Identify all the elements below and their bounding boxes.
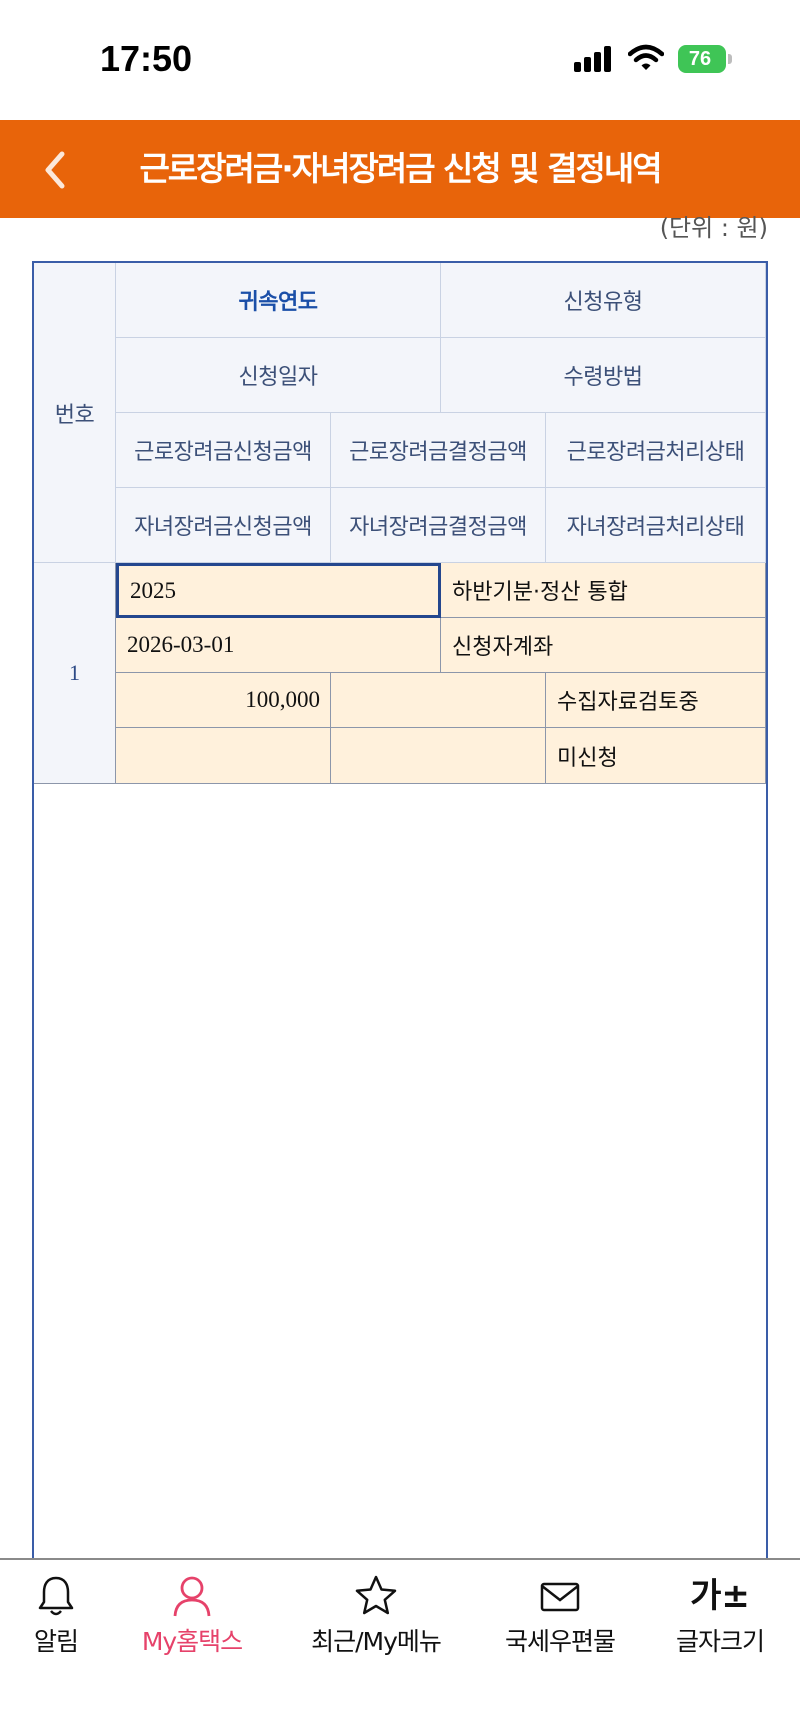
status-bar: 17:50 76 [0,0,800,118]
cell-child-decided [331,728,546,784]
nav-notifications[interactable]: 알림 [16,1574,96,1674]
cell-method: 신청자계좌 [441,618,766,673]
header-method: 수령방법 [441,338,766,413]
nav-tax-mail[interactable]: 국세우편물 [496,1574,624,1674]
cell-earned-decided [331,673,546,728]
mail-icon [540,1582,580,1612]
battery-indicator: 76 [678,45,732,73]
nav-my-hometax[interactable]: My홈택스 [128,1574,256,1674]
nav-label: 글자크기 [675,1627,765,1656]
unit-label: (단위 : 원) [659,214,768,242]
bell-icon [38,1576,74,1616]
person-icon [173,1576,211,1617]
cellular-signal-icon [574,46,611,72]
header-earned-status: 근로장려금처리상태 [546,413,766,488]
header-type: 신청유형 [441,263,766,338]
header-date: 신청일자 [116,338,441,413]
cell-earned-request: 100,000 [116,673,331,728]
page-header: 근로장려금·자녀장려금 신청 및 결정내역 [0,120,800,218]
row-number: 1 [34,563,116,784]
status-time: 17:50 [100,38,193,79]
cell-type: 하반기분·정산 통합 [441,563,766,618]
font-size-icon: 가± [690,1576,750,1616]
battery-level: 76 [688,48,712,70]
cell-child-request [116,728,331,784]
header-earned-decided: 근로장려금결정금액 [331,413,546,488]
cell-earned-status: 수집자료검토중 [546,673,766,728]
nav-label: My홈택스 [141,1627,243,1656]
cell-year[interactable]: 2025 [116,563,441,618]
header-child-decided: 자녀장려금결정금액 [331,488,546,563]
star-icon [355,1575,397,1615]
application-table: 번호 귀속연도 신청유형 신청일자 수령방법 근로장려금신청금액 근로장려금결정… [32,261,768,1561]
nav-label: 알림 [33,1627,79,1656]
nav-label: 최근/My메뉴 [311,1627,442,1656]
header-earned-request: 근로장려금신청금액 [116,413,331,488]
cell-child-status: 미신청 [546,728,766,784]
bottom-navigation: 알림 My홈택스 최근/My메뉴 국세우편물 가± 글자크기 [0,1558,800,1735]
wifi-icon [628,44,664,70]
header-child-request: 자녀장려금신청금액 [116,488,331,563]
page-title: 근로장려금·자녀장려금 신청 및 결정내역 [139,149,662,188]
nav-label: 국세우편물 [504,1627,616,1656]
nav-font-size[interactable]: 가± 글자크기 [668,1574,772,1674]
header-number: 번호 [34,263,116,563]
header-child-status: 자녀장려금처리상태 [546,488,766,563]
nav-recent-menu[interactable]: 최근/My메뉴 [302,1574,450,1674]
back-chevron-icon[interactable] [30,140,90,200]
header-year[interactable]: 귀속연도 [116,263,441,338]
cell-date: 2026-03-01 [116,618,441,673]
